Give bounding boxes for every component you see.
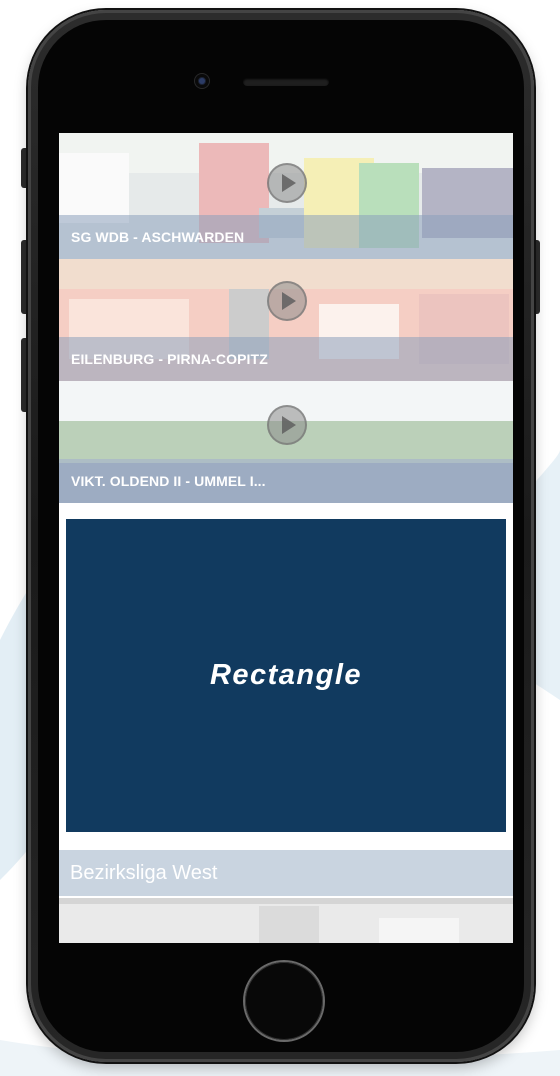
- video-card[interactable]: SG WDB - ASCHWARDEN: [59, 133, 513, 259]
- play-icon[interactable]: [267, 163, 307, 203]
- video-title: EILENBURG - PIRNA-COPITZ: [71, 351, 268, 367]
- video-caption: VIKT. OLDEND II - UMMEL I...: [59, 459, 513, 503]
- video-card[interactable]: EILENBURG - PIRNA-COPITZ: [59, 259, 513, 381]
- app-screen: SG WDB - ASCHWARDEN EILENBURG - PIRNA-CO…: [59, 133, 513, 943]
- video-title: SG WDB - ASCHWARDEN: [71, 229, 245, 245]
- video-thumbnail: [59, 898, 513, 943]
- video-caption: EILENBURG - PIRNA-COPITZ: [59, 337, 513, 381]
- ad-label: Rectangle: [209, 659, 363, 691]
- speaker-grille: [243, 78, 329, 86]
- section-header[interactable]: Bezirksliga West: [59, 850, 513, 896]
- section-title: Bezirksliga West: [70, 862, 218, 884]
- video-caption: SG WDB - ASCHWARDEN: [59, 215, 513, 259]
- play-icon[interactable]: [267, 405, 307, 445]
- play-icon[interactable]: [267, 281, 307, 321]
- video-card[interactable]: [59, 898, 513, 943]
- home-button[interactable]: [245, 962, 323, 1040]
- video-card[interactable]: VIKT. OLDEND II - UMMEL I...: [59, 381, 513, 503]
- video-title: VIKT. OLDEND II - UMMEL I...: [71, 473, 266, 489]
- camera-icon: [195, 74, 209, 88]
- ad-rectangle[interactable]: Rectangle: [66, 519, 506, 832]
